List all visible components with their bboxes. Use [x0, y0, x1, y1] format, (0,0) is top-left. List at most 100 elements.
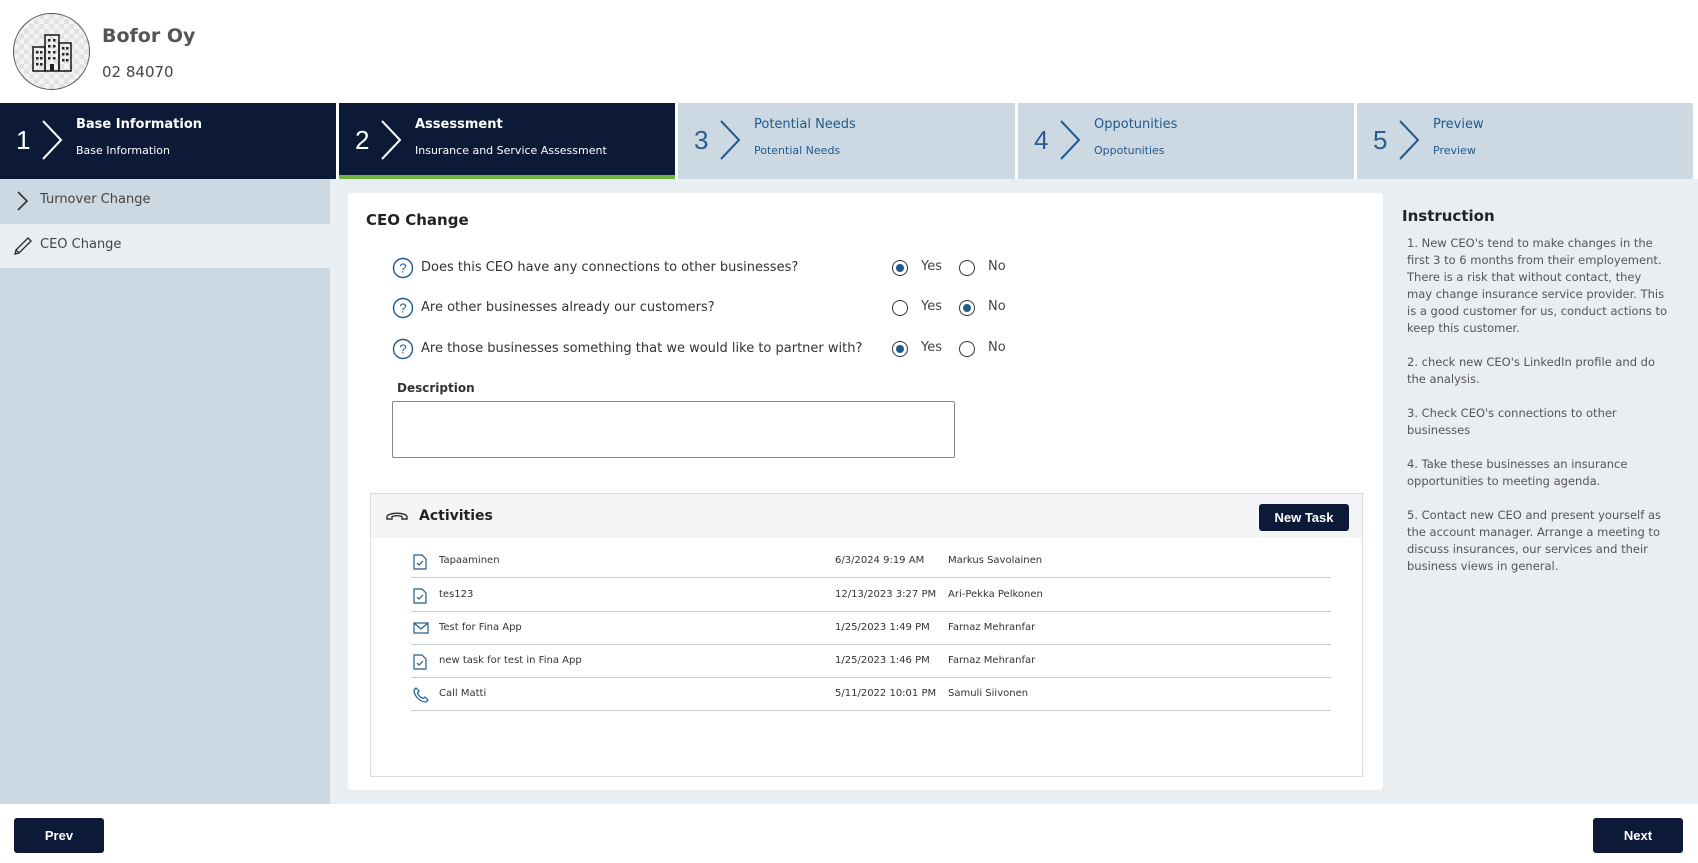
- chevron-right-icon: [17, 191, 29, 211]
- step-title: Base Information: [76, 117, 203, 132]
- instruction-item: 2. check new CEO's LinkedIn profile and …: [1407, 355, 1655, 386]
- footer: Prev Next: [0, 804, 1698, 863]
- radio-yes[interactable]: [892, 260, 908, 276]
- chevron-right-icon: [381, 120, 402, 160]
- instruction-item: 3. Check CEO's connections to other busi…: [1407, 406, 1617, 437]
- step-title: Potential Needs: [754, 117, 856, 132]
- sidebar-item-ceo-change[interactable]: CEO Change: [0, 224, 330, 268]
- activities-panel: Activities New Task Tapaaminen 6/3/2024 …: [370, 493, 1363, 777]
- radio-yes-label: Yes: [921, 299, 942, 314]
- company-name: Bofor Oy: [102, 25, 196, 47]
- help-icon: ?: [392, 257, 414, 279]
- step-subtitle: Oppotunities: [1094, 144, 1165, 157]
- instruction-panel: Instruction 1. New CEO's tend to make ch…: [1385, 193, 1678, 790]
- radio-yes[interactable]: [892, 341, 908, 357]
- activity-date: 5/11/2022 10:01 PM: [835, 688, 937, 699]
- radio-no-label: No: [988, 340, 1006, 355]
- step-subtitle: Potential Needs: [754, 144, 841, 157]
- next-button[interactable]: Next: [1593, 818, 1683, 853]
- step-assessment[interactable]: 2 Assessment Insurance and Service Asses…: [339, 103, 675, 179]
- phone-handset-icon: [386, 512, 408, 520]
- radio-no[interactable]: [959, 300, 975, 316]
- activity-owner: Samuli Siivonen: [948, 688, 1029, 699]
- chevron-right-icon: [42, 120, 63, 160]
- sidebar-item-label: Turnover Change: [40, 192, 151, 207]
- radio-no-label: No: [988, 259, 1006, 274]
- activity-row[interactable]: Tapaaminen 6/3/2024 9:19 AM Markus Savol…: [411, 545, 1331, 578]
- step-preview[interactable]: 5 Preview Preview: [1357, 103, 1693, 179]
- description-textarea[interactable]: [392, 401, 955, 458]
- step-number: 3: [694, 125, 709, 155]
- radio-yes[interactable]: [892, 300, 908, 316]
- pencil-icon: [14, 237, 32, 255]
- header: Bofor Oy 02 84070: [0, 0, 1698, 103]
- activity-owner: Markus Savolainen: [948, 555, 1043, 566]
- task-icon: [413, 654, 427, 670]
- activity-date: 12/13/2023 3:27 PM: [835, 589, 937, 600]
- step-potential-needs[interactable]: 3 Potential Needs Potential Needs: [678, 103, 1015, 179]
- activity-owner: Ari-Pekka Pelkonen: [948, 589, 1043, 600]
- activity-name: Call Matti: [439, 688, 487, 699]
- activity-row[interactable]: tes123 12/13/2023 3:27 PM Ari-Pekka Pelk…: [411, 579, 1331, 612]
- building-icon: [31, 33, 72, 72]
- activity-date: 1/25/2023 1:49 PM: [835, 622, 930, 633]
- help-icon: ?: [392, 297, 414, 319]
- step-number: 2: [355, 125, 370, 155]
- activity-owner: Farnaz Mehranfar: [948, 655, 1036, 666]
- mail-icon: [413, 622, 429, 634]
- radio-no[interactable]: [959, 260, 975, 276]
- activity-row[interactable]: new task for test in Fina App 1/25/2023 …: [411, 645, 1331, 678]
- activity-row[interactable]: Test for Fina App 1/25/2023 1:49 PM Farn…: [411, 612, 1331, 645]
- step-number: 4: [1034, 125, 1049, 155]
- question-text: Does this CEO have any connections to ot…: [421, 260, 799, 275]
- activity-name: Tapaaminen: [439, 555, 500, 566]
- instruction-item: 4. Take these businesses an insurance op…: [1407, 457, 1628, 488]
- chevron-right-icon: [1060, 120, 1081, 160]
- task-icon: [413, 588, 427, 604]
- instruction-item: 5. Contact new CEO and present yourself …: [1407, 508, 1661, 573]
- step-subtitle: Base Information: [76, 144, 170, 157]
- radio-yes-label: Yes: [921, 340, 942, 355]
- activities-title: Activities: [419, 508, 493, 524]
- activity-row[interactable]: Call Matti 5/11/2022 10:01 PM Samuli Sii…: [411, 678, 1331, 711]
- activity-date: 6/3/2024 9:19 AM: [835, 555, 925, 566]
- question-text: Are those businesses something that we w…: [421, 341, 863, 356]
- company-avatar: [13, 13, 90, 90]
- step-number: 5: [1373, 125, 1388, 155]
- radio-no-label: No: [988, 299, 1006, 314]
- step-title: Oppotunities: [1094, 117, 1178, 132]
- radio-yes-label: Yes: [921, 259, 942, 274]
- assessment-card: CEO Change ? Does this CEO have any conn…: [348, 193, 1383, 790]
- sidebar-item-label: CEO Change: [40, 237, 122, 252]
- step-title: Preview: [1433, 117, 1484, 132]
- company-id: 02 84070: [102, 63, 174, 81]
- phone-icon: [413, 687, 429, 703]
- instruction-item: 1. New CEO's tend to make changes in the…: [1407, 236, 1668, 335]
- radio-no[interactable]: [959, 341, 975, 357]
- new-task-button[interactable]: New Task: [1259, 504, 1349, 531]
- svg-text:?: ?: [399, 301, 406, 316]
- wizard-steps: 1 Base Information Base Information 2 As…: [0, 103, 1698, 179]
- step-number: 1: [16, 125, 31, 155]
- svg-text:?: ?: [399, 342, 406, 357]
- chevron-right-icon: [720, 120, 741, 160]
- description-label: Description: [397, 381, 475, 395]
- activities-header: Activities New Task: [371, 494, 1362, 538]
- instruction-body: 1. New CEO's tend to make changes in the…: [1407, 235, 1669, 592]
- help-icon: ?: [392, 338, 414, 360]
- sidebar: Turnover Change CEO Change: [0, 179, 330, 804]
- chevron-right-icon: [1399, 120, 1420, 160]
- svg-text:?: ?: [399, 261, 406, 276]
- activity-name: new task for test in Fina App: [439, 655, 582, 666]
- task-icon: [413, 554, 427, 570]
- step-base-information[interactable]: 1 Base Information Base Information: [0, 103, 336, 179]
- section-title: CEO Change: [366, 211, 469, 229]
- sidebar-item-turnover-change[interactable]: Turnover Change: [0, 179, 330, 223]
- activity-date: 1/25/2023 1:46 PM: [835, 655, 930, 666]
- question-text: Are other businesses already our custome…: [421, 300, 715, 315]
- prev-button[interactable]: Prev: [14, 818, 104, 853]
- activity-name: tes123: [439, 589, 474, 600]
- instruction-title: Instruction: [1402, 207, 1495, 225]
- step-subtitle: Insurance and Service Assessment: [415, 144, 607, 157]
- step-oppotunities[interactable]: 4 Oppotunities Oppotunities: [1018, 103, 1354, 179]
